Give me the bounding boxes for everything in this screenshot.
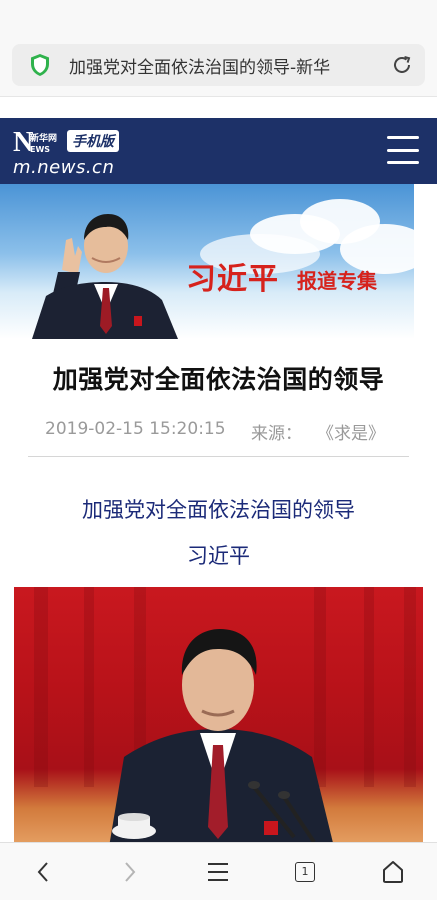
shield-check-icon (31, 54, 49, 76)
article-photo[interactable] (14, 587, 423, 847)
publish-date: 2019-02-15 15:20:15 (45, 419, 226, 439)
article-subtitle: 加强党对全面依法治国的领导 (82, 498, 355, 522)
logo-xinhua: 新华网 (30, 134, 58, 144)
browser-toolbar: 加强党对全面依法治国的领导-新华 (0, 0, 437, 97)
browser-menu-button[interactable] (188, 843, 248, 900)
banner-name: 习近平 (186, 262, 279, 297)
address-bar-text[interactable]: 加强党对全面依法治国的领导-新华 (69, 53, 369, 78)
tabs-button[interactable]: 1 (275, 843, 335, 900)
reload-icon[interactable] (391, 54, 413, 76)
source-label: 来源： (251, 424, 302, 444)
waving-leader-image (32, 214, 178, 339)
source-name: 《求是》 (317, 424, 385, 444)
banner-subtitle: 报道专集 (297, 269, 377, 293)
site-header: N 新华网 EWS 手机版 m.news.cn (0, 118, 437, 184)
hamburger-menu-icon[interactable] (387, 136, 419, 164)
menu-lines-icon (208, 863, 228, 881)
logo-url: m.news.cn (13, 157, 115, 178)
back-button[interactable] (13, 843, 73, 900)
logo-mobile-badge: 手机版 (67, 130, 119, 152)
tab-count-icon: 1 (295, 862, 315, 882)
chevron-left-icon (37, 862, 48, 882)
forward-button[interactable] (100, 843, 160, 900)
home-button[interactable] (363, 843, 423, 900)
special-report-banner[interactable]: 习近平 报道专集 (0, 184, 414, 339)
article-title: 加强党对全面依法治国的领导 (52, 365, 385, 394)
home-icon (383, 861, 403, 883)
article-author: 习近平 (187, 544, 250, 568)
site-logo[interactable]: N 新华网 EWS 手机版 m.news.cn (13, 128, 173, 178)
chevron-right-icon (125, 862, 136, 882)
article-meta: 2019-02-15 15:20:15 来源： 《求是》 (28, 419, 409, 457)
address-bar[interactable]: 加强党对全面依法治国的领导-新华 (12, 44, 425, 86)
logo-ews: EWS (30, 145, 51, 154)
browser-bottom-nav: 1 (0, 842, 437, 900)
speaking-leader-image (34, 587, 416, 847)
